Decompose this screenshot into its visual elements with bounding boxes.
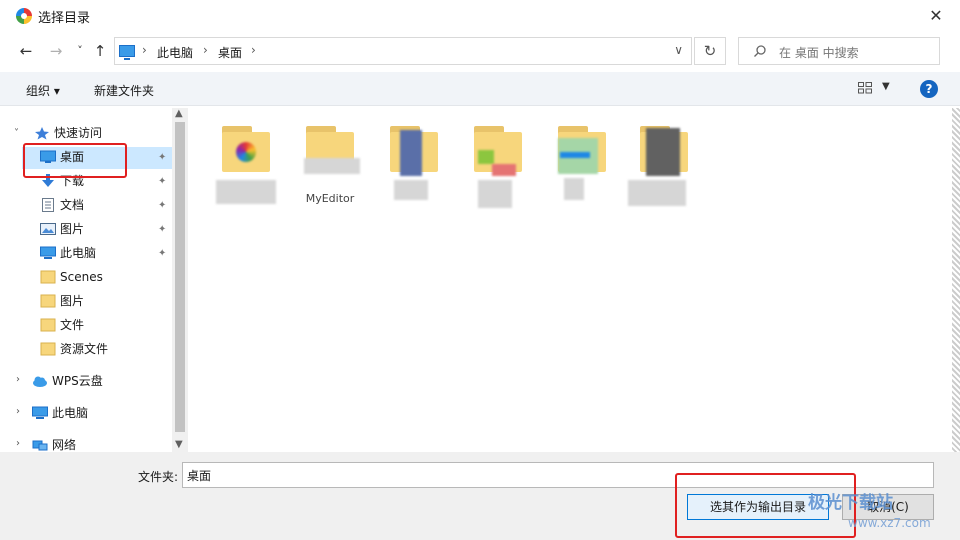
sidebar-item-label: Scenes — [60, 270, 103, 284]
scrollbar-thumb[interactable] — [175, 122, 185, 432]
folder-icon — [40, 342, 56, 356]
folder-icon — [40, 318, 56, 332]
sidebar-item-label: WPS云盘 — [52, 374, 103, 388]
address-bar[interactable]: › 此电脑 › 桌面 › ∨ — [114, 37, 692, 65]
watermark-brand: 极光下载站 — [808, 493, 893, 513]
scroll-up-icon[interactable]: ▲ — [175, 108, 183, 119]
collapse-icon[interactable]: ˅ — [14, 128, 19, 139]
sidebar-item-label: 文档 — [60, 198, 85, 212]
title-bar: 选择目录 ✕ — [0, 0, 960, 32]
blurred-file-name — [478, 180, 512, 208]
sidebar-item-label: 此电脑 — [60, 246, 97, 260]
expand-icon[interactable]: › — [16, 406, 20, 417]
up-arrow-icon[interactable]: ↑ — [90, 40, 110, 62]
blurred-thumbnail — [478, 150, 494, 164]
file-item[interactable] — [462, 118, 534, 214]
breadcrumb-this-pc[interactable]: 此电脑 — [157, 44, 193, 61]
pin-icon: ✦ — [158, 152, 167, 163]
picture-icon — [40, 223, 56, 235]
watermark-url: www.xz7.com — [848, 516, 931, 530]
sidebar-item-label: 图片 — [60, 222, 85, 236]
expand-icon[interactable]: › — [16, 438, 20, 449]
pin-icon: ✦ — [158, 224, 167, 235]
refresh-button[interactable]: ↻ — [694, 37, 726, 65]
blurred-thumbnail — [646, 128, 680, 176]
sidebar-item-label: 快速访问 — [54, 126, 103, 140]
blurred-file-name — [564, 178, 584, 200]
view-options-icon[interactable] — [858, 82, 872, 94]
blurred-file-name — [216, 180, 276, 204]
folder-icon — [40, 294, 56, 308]
blurred-thumbnail — [492, 164, 516, 176]
file-item[interactable] — [546, 118, 618, 214]
expand-icon[interactable]: › — [16, 374, 20, 385]
new-folder-button[interactable]: 新建文件夹 — [94, 82, 154, 99]
file-name: MyEditor — [305, 192, 355, 205]
highlight-box-desktop — [23, 143, 127, 178]
folder-icon — [40, 270, 56, 284]
search-box[interactable]: 在 桌面 中搜索 — [738, 37, 940, 65]
network-icon — [32, 440, 48, 451]
navigation-scrollbar[interactable]: ▲ ▼ — [172, 108, 188, 452]
cloud-icon — [33, 376, 47, 387]
computer-icon — [40, 246, 56, 259]
sidebar-item-label: 资源文件 — [60, 342, 109, 356]
address-dropdown-icon[interactable]: ∨ — [674, 43, 683, 57]
app-shortcut-icon — [236, 142, 256, 162]
recent-locations-icon[interactable]: ˅ — [70, 40, 90, 62]
app-icon — [16, 8, 32, 24]
select-directory-dialog: 选择目录 ✕ ← → ˅ ↑ › 此电脑 › 桌面 › ∨ ↻ 在 桌面 中搜索… — [0, 0, 960, 540]
pin-icon: ✦ — [158, 176, 167, 187]
file-list-pane: MyEditor — [188, 108, 952, 452]
sidebar-item-label: 图片 — [60, 294, 85, 308]
blurred-file-name — [628, 180, 686, 206]
file-item[interactable] — [378, 118, 450, 214]
view-dropdown-icon[interactable]: ▼ — [882, 81, 890, 92]
breadcrumb-separator: › — [142, 43, 147, 57]
blurred-thumbnail — [400, 130, 422, 176]
pin-icon: ✦ — [158, 200, 167, 211]
breadcrumb-desktop[interactable]: 桌面 — [218, 44, 242, 61]
computer-icon — [119, 45, 135, 60]
breadcrumb-separator: › — [251, 43, 256, 57]
command-bar: 组织 ▾ 新建文件夹 — [0, 72, 960, 106]
file-item[interactable] — [628, 118, 700, 214]
sidebar-item-label: 此电脑 — [52, 406, 89, 420]
blurred-thumbnail — [560, 152, 590, 158]
organize-menu[interactable]: 组织 ▾ — [26, 82, 60, 99]
forward-arrow-icon[interactable]: → — [46, 40, 66, 62]
blurred-overlay — [304, 158, 360, 174]
search-placeholder: 在 桌面 中搜索 — [779, 46, 859, 60]
folder-label: 文件夹: — [138, 470, 179, 484]
window-title: 选择目录 — [38, 11, 91, 26]
scroll-down-icon[interactable]: ▼ — [175, 439, 183, 450]
file-item[interactable]: MyEditor — [294, 118, 366, 214]
help-button[interactable]: ? — [920, 80, 938, 98]
star-icon — [35, 127, 49, 140]
close-button[interactable]: ✕ — [926, 6, 946, 26]
pin-icon: ✦ — [158, 248, 167, 259]
search-icon — [754, 45, 766, 57]
breadcrumb-separator: › — [203, 43, 208, 57]
back-arrow-icon[interactable]: ← — [16, 40, 36, 62]
sidebar-item-label: 文件 — [60, 318, 85, 332]
document-icon — [42, 198, 54, 212]
blurred-file-name — [394, 180, 428, 200]
computer-icon — [32, 406, 48, 419]
file-item[interactable] — [210, 118, 282, 214]
